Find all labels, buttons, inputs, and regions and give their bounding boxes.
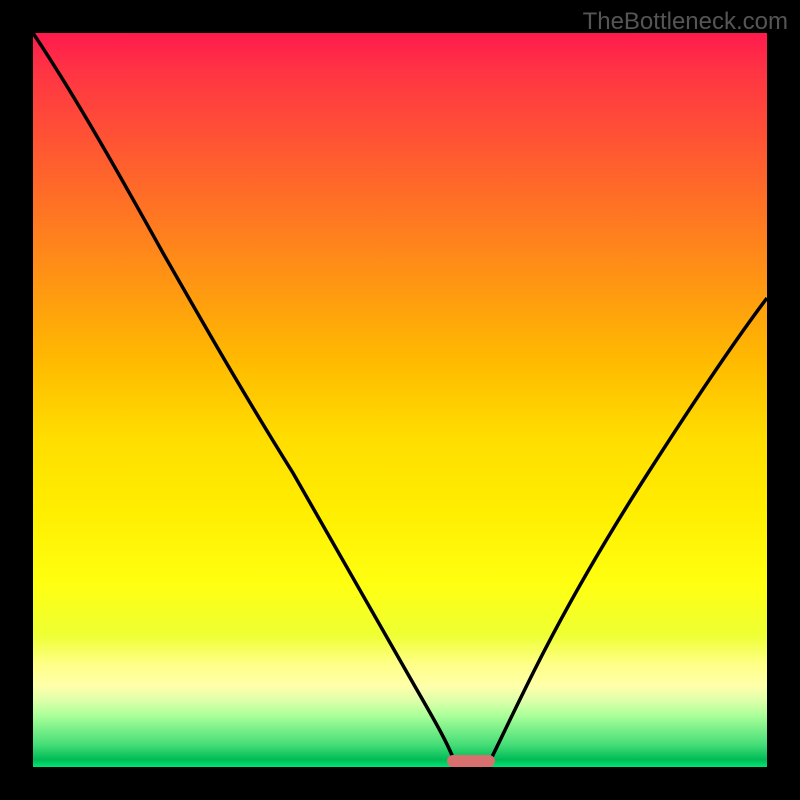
curves-svg xyxy=(33,33,767,767)
right-curve xyxy=(489,298,767,763)
chart-container: TheBottleneck.com xyxy=(0,0,800,800)
watermark-text: TheBottleneck.com xyxy=(583,8,788,36)
plot-area xyxy=(33,33,767,767)
bottleneck-marker xyxy=(447,755,495,767)
left-curve xyxy=(33,33,455,763)
